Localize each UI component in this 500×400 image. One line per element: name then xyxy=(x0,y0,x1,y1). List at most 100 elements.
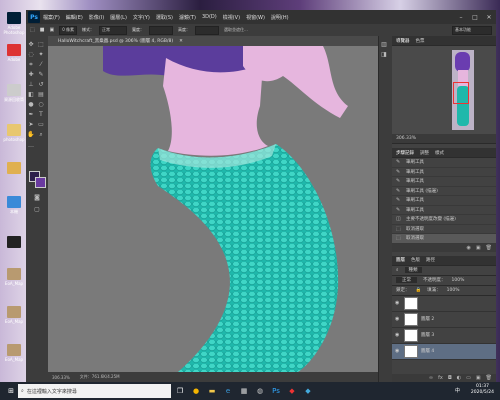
tab-styles[interactable]: 樣式 xyxy=(435,150,444,156)
menu-3d[interactable]: 3D(D) xyxy=(202,14,217,20)
eye-icon[interactable]: ◉ xyxy=(395,348,401,354)
history-item[interactable]: ✎ 筆刷工具 xyxy=(392,196,496,206)
marquee-tool-icon[interactable]: ⬚ xyxy=(30,27,35,33)
tab-layers[interactable]: 圖層 xyxy=(396,257,405,263)
history-item[interactable]: ✎ 筆刷工具 xyxy=(392,168,496,177)
height-field[interactable] xyxy=(195,25,220,35)
tab-navigator[interactable]: 導覽器 xyxy=(396,38,410,44)
brush-tool-icon[interactable]: ✎ xyxy=(37,71,45,79)
layer-row[interactable]: ◉ 圖層 2 xyxy=(392,312,496,328)
tab-history[interactable]: 步驟記錄 xyxy=(396,150,414,156)
magic-wand-icon[interactable]: ✦ xyxy=(37,50,45,58)
menu-edit[interactable]: 編輯(E) xyxy=(66,14,83,21)
menu-file[interactable]: 檔案(F) xyxy=(43,14,60,21)
app-icon[interactable]: ◆ xyxy=(285,384,299,398)
snapshot-icon[interactable]: ◉ xyxy=(467,245,471,251)
history-item[interactable]: ⬚ 取消選取 xyxy=(392,225,496,234)
menu-window[interactable]: 視窗(W) xyxy=(246,14,265,21)
steam-icon[interactable]: ◍ xyxy=(253,384,267,398)
history-item[interactable]: ✎ 筆刷工具 xyxy=(392,177,496,187)
crop-tool-icon[interactable]: ⌗ xyxy=(27,61,35,69)
task-view-icon[interactable]: ❐ xyxy=(173,384,187,398)
app-icon[interactable]: ◆ xyxy=(301,384,315,398)
adjustment-icon[interactable]: ◐ xyxy=(457,375,461,381)
layer-row[interactable]: ◉ 圖層 3 xyxy=(392,328,496,344)
desktop-icon[interactable] xyxy=(2,162,26,175)
history-item[interactable]: ✎ 筆刷工具 (描邊) xyxy=(392,187,496,196)
explorer-icon[interactable]: ▬ xyxy=(205,384,219,398)
navigator-zoom[interactable]: 306.33% xyxy=(396,136,416,141)
fill-value[interactable]: 100% xyxy=(447,288,460,293)
zoom-tool-icon[interactable]: ⌕ xyxy=(37,131,45,139)
tab-adjustments[interactable]: 調整 xyxy=(420,150,429,156)
eye-icon[interactable]: ◉ xyxy=(395,300,401,306)
history-item[interactable]: ✎ 筆刷工具 xyxy=(392,158,496,168)
zoom-level[interactable]: 306.33% xyxy=(52,375,70,380)
blur-tool-icon[interactable]: ● xyxy=(27,101,35,109)
eyedropper-icon[interactable]: ⁄ xyxy=(37,60,45,68)
history-item[interactable]: ⬚ 取消選取 xyxy=(392,234,496,244)
tab-paths[interactable]: 路徑 xyxy=(426,257,435,263)
pen-tool-icon[interactable]: ✒ xyxy=(27,111,35,119)
more-tools-icon[interactable]: … xyxy=(27,141,35,149)
quick-mask-icon[interactable]: ◙ xyxy=(33,193,41,201)
tab-swatches[interactable]: 色票 xyxy=(416,38,425,44)
screen-mode-icon[interactable]: ▢ xyxy=(33,205,41,213)
blend-mode-select[interactable]: 正常 xyxy=(396,277,417,283)
mask-icon[interactable]: ◘ xyxy=(448,375,452,381)
history-item[interactable]: ✎ 筆刷工具 xyxy=(392,206,496,215)
navigator-view-box[interactable] xyxy=(453,82,469,104)
desktop-icon[interactable] xyxy=(2,236,26,249)
eraser-tool-icon[interactable]: ◧ xyxy=(27,91,35,99)
history-panel-icon[interactable]: ▥ xyxy=(380,40,388,48)
feather-field[interactable]: 0 像素 xyxy=(59,25,78,35)
new-layer-icon[interactable]: ▣ xyxy=(476,375,481,381)
shape-tool-icon[interactable]: ▭ xyxy=(37,121,45,129)
navigator-preview[interactable] xyxy=(392,46,496,134)
layer-row[interactable]: ◉ xyxy=(392,296,496,312)
close-icon[interactable]: ✕ xyxy=(482,10,496,24)
maximize-icon[interactable]: □ xyxy=(468,10,482,24)
history-brush-icon[interactable]: ↺ xyxy=(37,81,45,89)
lock-icon[interactable]: 🔒 xyxy=(416,288,422,293)
new-document-icon[interactable]: ▣ xyxy=(476,245,481,251)
hand-tool-icon[interactable]: ✋ xyxy=(27,131,35,139)
trash-icon[interactable]: 🗑 xyxy=(486,245,492,251)
desktop-icon[interactable]: EoA_Map xyxy=(2,268,26,286)
ime-indicator[interactable]: 中 xyxy=(455,387,460,394)
eye-icon[interactable]: ◉ xyxy=(395,332,401,338)
workspace-select[interactable]: 基本功能 xyxy=(452,25,492,35)
menu-select[interactable]: 選取(S) xyxy=(156,14,173,21)
close-tab-icon[interactable]: ✕ xyxy=(179,39,183,44)
type-tool-icon[interactable]: T xyxy=(37,111,45,119)
eye-icon[interactable]: ◉ xyxy=(395,316,401,322)
taskbar-search[interactable]: ⌕ 在這裡輸入文字來搜尋 xyxy=(18,384,171,398)
width-field[interactable] xyxy=(149,25,174,35)
tab-channels[interactable]: 色版 xyxy=(411,257,420,263)
history-item[interactable]: ◫ 主要不透明度改變 (描邊) xyxy=(392,215,496,225)
desktop-icon[interactable]: Adobe xyxy=(2,44,26,62)
trash-icon[interactable]: 🗑 xyxy=(486,375,492,381)
desktop-icon[interactable]: EoA_Map xyxy=(2,344,26,362)
layer-row[interactable]: ◉ 圖層 4 xyxy=(392,343,496,360)
select-mask-button[interactable]: 選取並遮住... xyxy=(224,27,248,33)
path-select-icon[interactable]: ➤ xyxy=(27,121,35,129)
folder-icon[interactable]: ▭ xyxy=(466,375,471,381)
desktop-icon[interactable]: EoA_Map xyxy=(2,306,26,324)
dodge-tool-icon[interactable]: ○ xyxy=(37,101,45,109)
properties-panel-icon[interactable]: ◨ xyxy=(380,50,388,58)
lasso-tool-icon[interactable]: ◌ xyxy=(27,50,35,58)
fx-icon[interactable]: fx xyxy=(438,375,443,381)
layer-kind-select[interactable]: 種類 xyxy=(404,267,422,273)
canvas[interactable] xyxy=(48,46,378,372)
marquee-tool-icon[interactable]: ⬚ xyxy=(37,40,45,48)
desktop-icon[interactable]: 本機 xyxy=(2,196,26,215)
gradient-tool-icon[interactable]: ▤ xyxy=(37,91,45,99)
link-icon[interactable]: ∞ xyxy=(429,375,433,381)
style-select[interactable]: 正常 xyxy=(99,25,128,35)
menu-view[interactable]: 檢視(V) xyxy=(223,14,240,21)
move-tool-icon[interactable]: ✥ xyxy=(27,40,35,48)
opacity-value[interactable]: 100% xyxy=(452,278,465,283)
edge-icon[interactable]: e xyxy=(221,384,235,398)
background-color-swatch[interactable] xyxy=(35,177,46,188)
